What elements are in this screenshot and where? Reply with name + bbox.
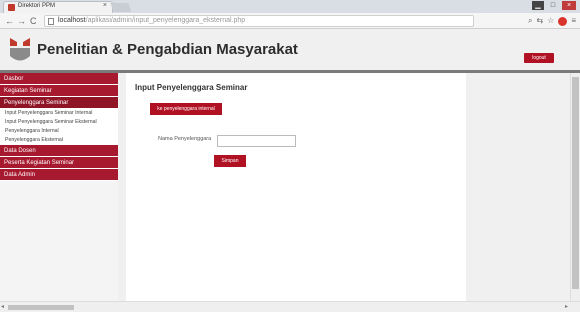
reload-icon[interactable]: C — [30, 15, 37, 27]
browser-tab[interactable]: Direktori PPM × — [3, 1, 113, 13]
logout-button[interactable]: logout — [524, 53, 554, 63]
tab-title: Direktori PPM — [18, 3, 56, 9]
main-content: Input Penyelenggara Seminar ke penyeleng… — [126, 73, 466, 301]
address-bar[interactable]: localhost/aplikasi/admin/input_penyeleng… — [44, 15, 474, 27]
sidebar-item-dasbor[interactable]: Dasbor — [0, 73, 118, 85]
vertical-scroll-thumb[interactable] — [572, 77, 579, 289]
organizer-name-label: Nama Penyelenggara — [158, 136, 212, 142]
sidebar-subitem-input-internal[interactable]: Input Penyelenggara Seminar Internal — [0, 109, 118, 118]
favicon-icon — [8, 4, 15, 11]
browser-titlebar: Direktori PPM × ▁ □ × — [0, 0, 580, 13]
close-window-icon[interactable]: × — [562, 1, 576, 10]
close-tab-icon[interactable]: × — [103, 2, 107, 9]
scroll-left-arrow-icon[interactable]: ◂ — [1, 303, 4, 310]
sidebar-item-data-admin[interactable]: Data Admin — [0, 169, 118, 181]
window-controls: ▁ □ × — [532, 1, 576, 10]
sidebar-item-data-dosen[interactable]: Data Dosen — [0, 145, 118, 157]
horizontal-scroll-thumb[interactable] — [8, 305, 74, 310]
scroll-right-arrow-icon[interactable]: ▸ — [565, 303, 568, 310]
page-header: Penelitian & Pengabdian Masyarakat logou… — [0, 30, 580, 70]
vertical-scrollbar[interactable] — [570, 73, 580, 301]
site-title: Penelitian & Pengabdian Masyarakat — [37, 41, 298, 58]
sidebar: Dasbor Kegiatan Seminar Penyelenggara Se… — [0, 73, 118, 301]
toolbar-icons: ⌕ ⇆ ☆ ≡ — [528, 15, 576, 27]
sidebar-item-penyelenggara-seminar[interactable]: Penyelenggara Seminar — [0, 97, 118, 109]
sidebar-item-peserta-kegiatan[interactable]: Peserta Kegiatan Seminar — [0, 157, 118, 169]
horizontal-scrollbar[interactable]: ◂ ▸ — [0, 301, 580, 312]
sidebar-item-kegiatan-seminar[interactable]: Kegiatan Seminar — [0, 85, 118, 97]
extension-icon[interactable] — [558, 16, 568, 26]
bookmark-star-icon[interactable]: ☆ — [547, 15, 554, 27]
new-tab-button[interactable] — [110, 3, 132, 12]
minimize-icon[interactable]: ▁ — [532, 1, 544, 10]
sidebar-subitem-penyelenggara-eksternal[interactable]: Penyelenggara Eksternal — [0, 136, 118, 145]
organizer-name-input[interactable] — [217, 135, 296, 147]
sidebar-subitem-input-eksternal[interactable]: Input Penyelenggara Seminar Eksternal — [0, 118, 118, 127]
forward-arrow-icon[interactable]: → — [17, 15, 26, 27]
save-button[interactable]: Simpan — [214, 155, 246, 167]
zoom-icon[interactable]: ⌕ — [528, 15, 532, 27]
sidebar-subitem-penyelenggara-internal[interactable]: Penyelenggara Internal — [0, 127, 118, 136]
translate-icon[interactable]: ⇆ — [536, 15, 543, 27]
back-arrow-icon[interactable]: ← — [5, 15, 14, 27]
switch-to-internal-button[interactable]: ke penyelenggara internal — [150, 103, 222, 115]
maximize-icon[interactable]: □ — [547, 1, 559, 10]
university-logo-icon — [10, 38, 30, 61]
page-title: Input Penyelenggara Seminar — [135, 83, 248, 92]
url-text: localhost/aplikasi/admin/input_penyeleng… — [58, 17, 246, 24]
menu-icon[interactable]: ≡ — [571, 15, 576, 27]
browser-toolbar: ← → C localhost/aplikasi/admin/input_pen… — [0, 13, 580, 29]
page-icon — [48, 18, 54, 25]
